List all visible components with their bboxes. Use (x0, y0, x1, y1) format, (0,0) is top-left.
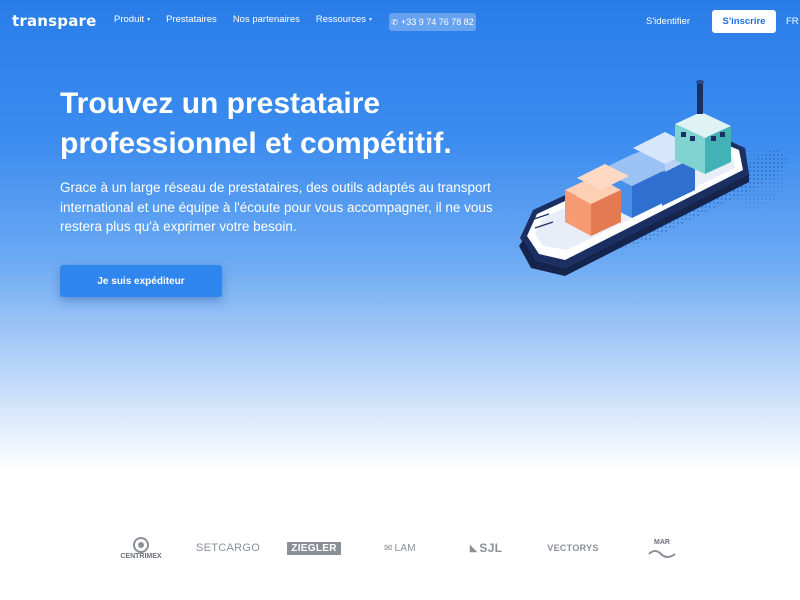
hero-title-line1: Trouvez un prestataire (60, 87, 381, 120)
partner-logo-ziegler: ZIEGLER (279, 528, 349, 568)
nav-item-label: Produit (114, 14, 145, 25)
nav-item-label: Prestataires (166, 14, 217, 25)
partner-logo-vectorys: VECTORYS (543, 528, 603, 568)
hero-subtitle: Grace à un large réseau de prestataires,… (60, 180, 493, 234)
sjl-emblem-icon: ◣ (469, 542, 478, 554)
nav-item-label: Ressources (315, 14, 367, 25)
partner-logo-lam: ✉ LAM (378, 528, 422, 568)
partner-logo-sjl: ◣ SJL (462, 528, 510, 568)
language-selector[interactable]: FR (786, 16, 799, 27)
phone-number: +33 9 74 76 78 82 (400, 17, 474, 27)
signin-link[interactable]: S'identifier (646, 16, 690, 27)
logo[interactable]: transpare (12, 12, 97, 30)
signup-button[interactable]: S'inscrire (712, 10, 776, 33)
nav-item-ressources[interactable]: Ressources ▾ (316, 14, 372, 25)
marsol-wave-icon (648, 549, 676, 558)
envelope-icon: ✉ (384, 542, 393, 554)
hero-title-line2: professionnel et compétitif. (60, 127, 452, 160)
main-nav: Produit ▾ Prestataires Nos partenaires R… (114, 14, 388, 25)
cargo-ship-illustration (519, 80, 790, 276)
partner-label: VECTORYS (547, 543, 599, 553)
partner-logo-setcargo: SETCARGO (195, 528, 261, 568)
phone-icon: ✆ (391, 17, 398, 27)
centrimex-icon (133, 536, 149, 553)
shipper-cta-button[interactable]: Je suis expéditeur (60, 265, 222, 297)
nav-item-prestataires[interactable]: Prestataires (166, 14, 217, 25)
partner-logos: CENTRIMEX SETCARGO ZIEGLER ✉ LAM ◣ SJL V… (0, 528, 800, 568)
partner-label: SJL (479, 541, 503, 555)
nav-item-partenaires[interactable]: Nos partenaires (233, 14, 300, 25)
chevron-down-icon: ▾ (369, 17, 373, 23)
partner-label: CENTRIMEX (120, 552, 162, 560)
partner-label: LAM (394, 542, 416, 554)
partner-logo-centrimex: CENTRIMEX (118, 528, 164, 568)
nav-item-produit[interactable]: Produit ▾ (114, 14, 150, 25)
partner-label: MAR (654, 538, 670, 546)
chevron-down-icon: ▾ (147, 17, 151, 23)
partner-label: SETCARGO (195, 542, 261, 554)
top-navbar: transpare Produit ▾ Prestataires Nos par… (0, 0, 800, 44)
hero-title: Trouvez un prestataire professionnel et … (60, 84, 530, 164)
partner-label: ZIEGLER (287, 541, 341, 555)
nav-item-label: Nos partenaires (232, 14, 300, 25)
phone-button[interactable]: ✆ +33 9 74 76 78 82 (389, 13, 476, 31)
partner-logo-marsol: MAR (642, 528, 682, 568)
